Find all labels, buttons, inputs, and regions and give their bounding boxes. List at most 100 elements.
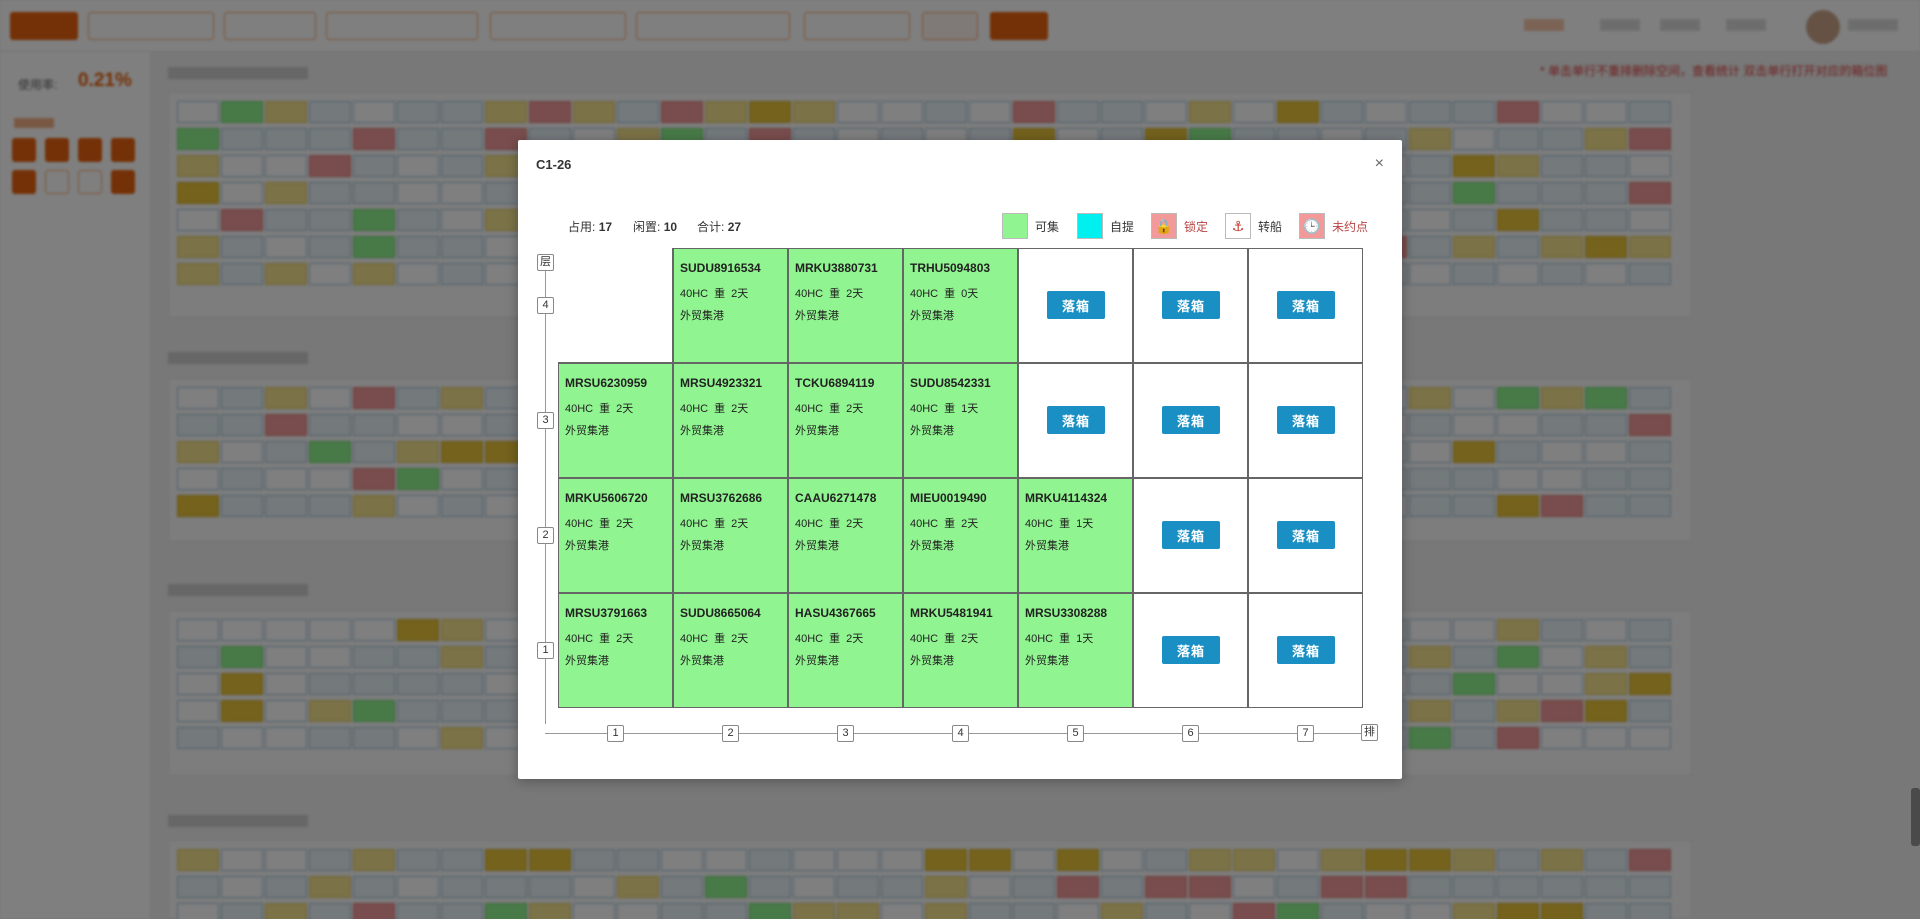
container-type: 40HC — [910, 403, 939, 415]
free-slot: 落箱 — [1018, 363, 1133, 478]
container-slot[interactable]: TCKU6894119 40HC 重 2天 外贸集港 — [788, 363, 903, 478]
container-info: 40HC 重 2天 — [565, 400, 633, 416]
row-tick: 6 — [1182, 725, 1199, 742]
container-info: 40HC 重 2天 — [680, 515, 748, 531]
container-type: 40HC — [680, 518, 709, 530]
container-type: 40HC — [910, 288, 939, 300]
container-slot[interactable]: MRKU3880731 40HC 重 2天 外贸集港 — [788, 248, 903, 363]
container-yard: 外贸集港 — [910, 540, 954, 552]
close-icon[interactable]: × — [1375, 156, 1384, 172]
container-yard: 外贸集港 — [910, 655, 954, 667]
container-weight: 重 — [829, 403, 841, 415]
container-weight: 重 — [1059, 633, 1071, 645]
container-slot[interactable]: MIEU0019490 40HC 重 2天 外贸集港 — [903, 478, 1018, 593]
tier-tick: 4 — [537, 297, 554, 314]
container-days: 2天 — [731, 403, 749, 415]
container-days: 2天 — [731, 288, 749, 300]
container-weight: 重 — [599, 403, 611, 415]
container-days: 1天 — [1076, 633, 1094, 645]
drop-container-button[interactable]: 落箱 — [1162, 636, 1220, 664]
tier-tick: 1 — [537, 642, 554, 659]
container-info: 40HC 重 2天 — [680, 400, 748, 416]
legend-item: 🔒 锁定 — [1151, 213, 1208, 239]
container-days: 2天 — [616, 403, 634, 415]
container-slot[interactable]: MRSU3308288 40HC 重 1天 外贸集港 — [1018, 593, 1133, 708]
drop-container-button[interactable]: 落箱 — [1277, 521, 1335, 549]
drop-container-button[interactable]: 落箱 — [1162, 521, 1220, 549]
container-weight: 重 — [829, 633, 841, 645]
container-slot[interactable]: HASU4367665 40HC 重 2天 外贸集港 — [788, 593, 903, 708]
container-yard: 外贸集港 — [910, 310, 954, 322]
container-slot[interactable]: MRKU4114324 40HC 重 1天 外贸集港 — [1018, 478, 1133, 593]
container-days: 2天 — [616, 633, 634, 645]
container-type: 40HC — [795, 288, 824, 300]
container-slot[interactable]: MRKU5606720 40HC 重 2天 外贸集港 — [558, 478, 673, 593]
container-weight: 重 — [829, 518, 841, 530]
container-yard: 外贸集港 — [565, 540, 609, 552]
drop-container-button[interactable]: 落箱 — [1277, 291, 1335, 319]
container-slot[interactable]: MRKU5481941 40HC 重 2天 外贸集港 — [903, 593, 1018, 708]
container-code: SUDU8542331 — [910, 376, 991, 390]
container-slot[interactable]: TRHU5094803 40HC 重 0天 外贸集港 — [903, 248, 1018, 363]
container-weight: 重 — [599, 518, 611, 530]
container-code: MIEU0019490 — [910, 491, 987, 505]
free-slot: 落箱 — [1248, 478, 1363, 593]
container-type: 40HC — [565, 633, 594, 645]
container-days: 2天 — [616, 518, 634, 530]
clock-icon: 🕒 — [1299, 213, 1325, 239]
container-type: 40HC — [795, 403, 824, 415]
container-weight: 重 — [944, 633, 956, 645]
container-days: 2天 — [846, 288, 864, 300]
drop-container-button[interactable]: 落箱 — [1162, 406, 1220, 434]
container-info: 40HC 重 2天 — [910, 630, 978, 646]
container-slot[interactable]: MRSU4923321 40HC 重 2天外贸集港 — [673, 363, 788, 478]
container-days: 1天 — [1076, 518, 1094, 530]
drop-container-button[interactable]: 落箱 — [1162, 291, 1220, 319]
legend-swatch — [1002, 213, 1028, 239]
container-info: 40HC 重 2天 — [680, 285, 748, 301]
container-yard: 外贸集港 — [795, 655, 839, 667]
free-slot: 落箱 — [1133, 593, 1248, 708]
drop-container-button[interactable]: 落箱 — [1277, 636, 1335, 664]
container-weight: 重 — [714, 633, 726, 645]
container-yard: 外贸集港 — [680, 425, 724, 437]
container-weight: 重 — [714, 288, 726, 300]
container-weight: 重 — [829, 288, 841, 300]
container-slot[interactable]: MRSU3762686 40HC 重 2天 外贸集港 — [673, 478, 788, 593]
legend-item: 可集 — [1002, 213, 1059, 239]
container-code: MRSU3762686 — [680, 491, 763, 505]
container-slot[interactable]: SUDU8542331 40HC 重 1天 外贸集港 — [903, 363, 1018, 478]
container-code: MRSU4923321 — [680, 376, 763, 390]
drop-container-button[interactable]: 落箱 — [1047, 406, 1105, 434]
container-slot[interactable]: SUDU8916534 40HC 重 2天 外贸集港 — [673, 248, 788, 363]
scroll-handle[interactable] — [1911, 788, 1920, 846]
container-days: 2天 — [846, 633, 864, 645]
free-slot: 落箱 — [1248, 248, 1363, 363]
container-code: MRKU3880731 — [795, 261, 878, 275]
idle-stat: 闲置: 10 — [633, 220, 678, 234]
row-axis-label: 排 — [1361, 724, 1378, 741]
container-code: SUDU8665064 — [680, 606, 761, 620]
row-tick: 4 — [952, 725, 969, 742]
container-weight: 重 — [944, 288, 956, 300]
row-tick: 7 — [1297, 725, 1314, 742]
container-code: MRSU3308288 — [1025, 606, 1108, 620]
free-slot: 落箱 — [1018, 248, 1133, 363]
legend-item: 🕒 未约点 — [1299, 213, 1368, 239]
container-slot[interactable]: MRSU6230959 40HC 重 2天 外贸集港 — [558, 363, 673, 478]
container-weight: 重 — [944, 518, 956, 530]
container-slot[interactable]: CAAU6271478 40HC 重 2天 外贸集港 — [788, 478, 903, 593]
container-slot[interactable]: MRSU3791663 40HC 重 2天 外贸集港 — [558, 593, 673, 708]
container-type: 40HC — [680, 633, 709, 645]
container-weight: 重 — [944, 403, 956, 415]
row-tick: 5 — [1067, 725, 1084, 742]
container-type: 40HC — [1025, 518, 1054, 530]
container-yard: 外贸集港 — [565, 425, 609, 437]
drop-container-button[interactable]: 落箱 — [1277, 406, 1335, 434]
container-yard: 外贸集港 — [910, 425, 954, 437]
container-slot[interactable]: SUDU8665064 40HC 重 2天 外贸集港 — [673, 593, 788, 708]
drop-container-button[interactable]: 落箱 — [1047, 291, 1105, 319]
container-days: 2天 — [731, 633, 749, 645]
container-code: MRKU4114324 — [1025, 491, 1108, 505]
legend-label: 未约点 — [1332, 219, 1369, 234]
